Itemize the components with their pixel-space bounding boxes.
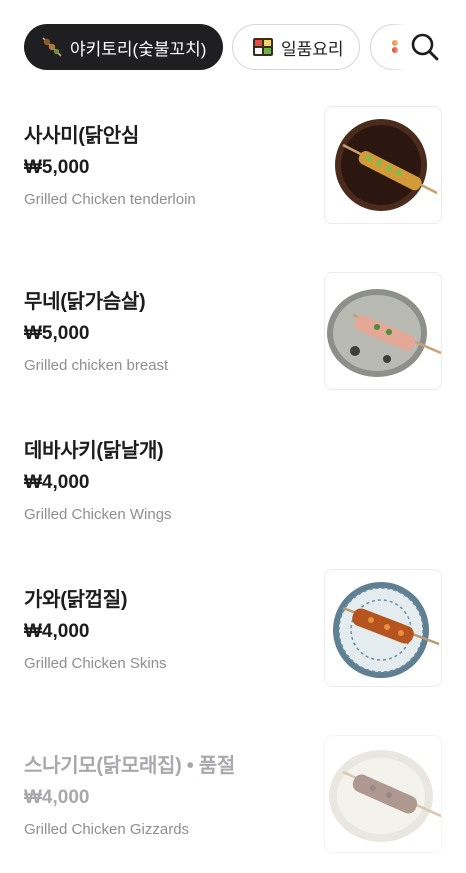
menu-item-photo — [324, 272, 442, 390]
menu-item-sold-out[interactable]: 스나기모(닭모래집) • 품절 ₩4,000 Grilled Chicken G… — [24, 735, 442, 853]
bento-icon — [251, 35, 275, 59]
category-chip-yakitori[interactable]: 야키토리(숯불꼬치) — [24, 24, 223, 70]
category-chip-bar: 야키토리(숯불꼬치) 일품요리 — [24, 24, 442, 72]
menu-item[interactable]: 사사미(닭안심 ₩5,000 Grilled Chicken tenderloi… — [24, 106, 442, 224]
menu-item[interactable]: 데바사키(닭날개) ₩4,000 Grilled Chicken Wings — [24, 439, 442, 525]
menu-item[interactable]: 가와(닭껍질) ₩4,000 Grilled Chicken Skins — [24, 569, 442, 687]
menu-item-photo — [324, 106, 442, 224]
menu-item-price: ₩4,000 — [24, 472, 90, 493]
menu-item-description: Grilled Chicken Wings — [24, 506, 172, 523]
skewer-icon — [40, 35, 64, 59]
menu-item[interactable]: 무네(닭가슴살) ₩5,000 Grilled chicken breast — [24, 272, 442, 390]
search-icon — [408, 30, 442, 64]
category-chip-label: 야키토리(숯불꼬치) — [70, 39, 207, 59]
menu-item-name: 데바사키(닭날개) — [24, 440, 164, 462]
category-chip-label: 일품요리 — [281, 39, 344, 59]
category-chip-ilpum[interactable]: 일품요리 — [232, 24, 360, 70]
search-button[interactable] — [392, 24, 442, 70]
menu-item-photo — [324, 735, 442, 853]
menu-item-photo — [324, 569, 442, 687]
